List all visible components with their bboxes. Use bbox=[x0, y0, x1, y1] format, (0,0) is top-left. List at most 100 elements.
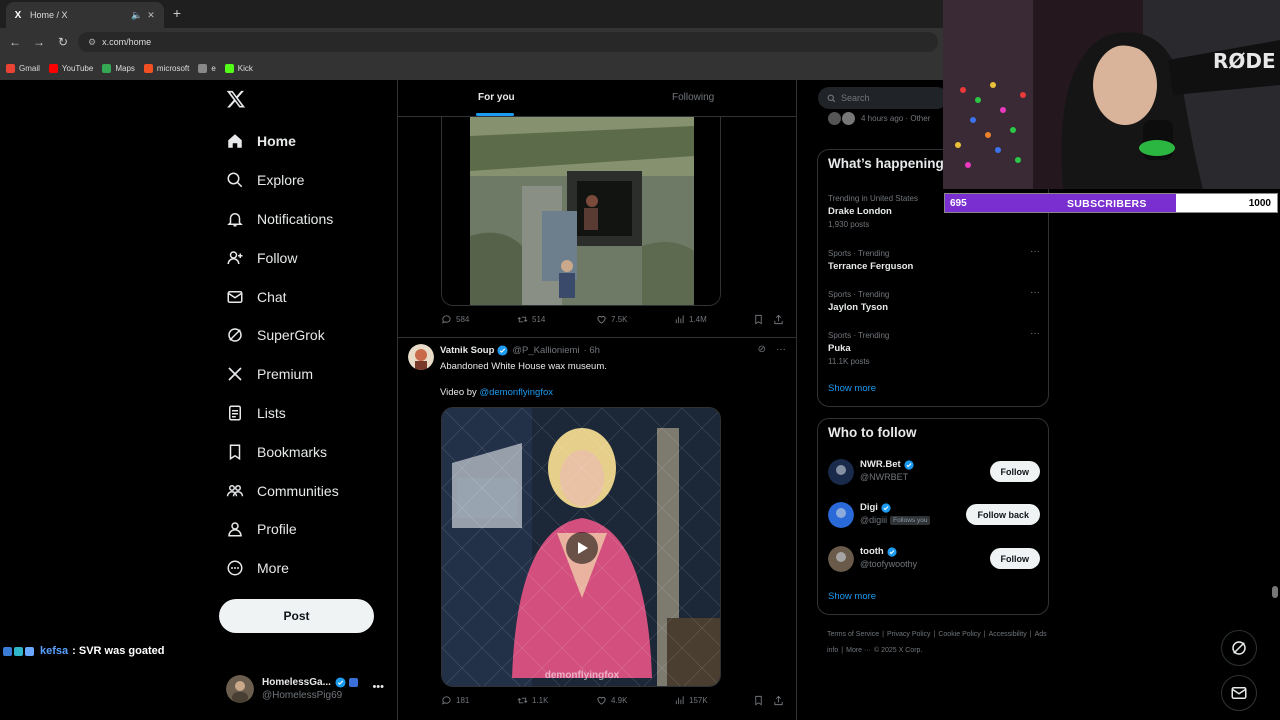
suggestion-handle: @digiii bbox=[860, 515, 888, 525]
mute-tab-icon[interactable]: 🔈 bbox=[130, 10, 144, 21]
nav-item-premium[interactable]: Premium bbox=[226, 355, 396, 394]
reply-button[interactable]: 584 bbox=[441, 314, 469, 325]
active-tab-indicator bbox=[476, 113, 514, 116]
follow-button[interactable]: Follow back bbox=[966, 504, 1040, 525]
close-tab-icon[interactable]: ✕ bbox=[144, 10, 158, 21]
more-dots-icon[interactable]: ••• bbox=[372, 681, 384, 693]
nav-item-label: Profile bbox=[257, 521, 297, 538]
avatar[interactable] bbox=[828, 546, 854, 572]
follows-you-badge: Follows you bbox=[890, 515, 931, 525]
footer-separator: | bbox=[933, 631, 936, 638]
footer-link[interactable]: © 2025 X Corp. bbox=[874, 647, 922, 654]
reply-button[interactable]: 181 bbox=[441, 695, 469, 706]
forward-button[interactable]: → bbox=[27, 30, 51, 54]
search-input[interactable]: Search bbox=[818, 87, 948, 109]
nav-item-label: Bookmarks bbox=[257, 443, 328, 460]
nav-item-chat[interactable]: Chat bbox=[226, 277, 396, 316]
bookmark-button[interactable] bbox=[753, 695, 768, 706]
nav-item-more[interactable]: More bbox=[226, 549, 396, 588]
account-switcher[interactable]: HomelessGa... @HomelessPig69 ••• bbox=[226, 673, 386, 705]
browser-tab[interactable]: X Home / X 🔈 ✕ bbox=[6, 2, 164, 28]
nav-item-communities[interactable]: Communities bbox=[226, 471, 396, 510]
post-author-handle[interactable]: @P_Kallioniemi bbox=[512, 345, 579, 356]
address-bar[interactable]: ⚙ x.com/home bbox=[78, 32, 938, 52]
footer-link[interactable]: More ··· bbox=[846, 647, 871, 654]
grok-button[interactable] bbox=[1221, 630, 1257, 666]
tab-for-you[interactable]: For you bbox=[478, 92, 515, 103]
nav-item-explore[interactable]: Explore bbox=[226, 161, 396, 200]
reload-button[interactable]: ↻ bbox=[51, 30, 75, 54]
more-dots-icon[interactable]: ··· bbox=[1030, 245, 1040, 258]
tab-following[interactable]: Following bbox=[672, 92, 714, 103]
footer-link[interactable]: Terms of Service bbox=[827, 631, 879, 638]
bookmark-item[interactable]: Gmail bbox=[6, 63, 40, 73]
nav-item-bookmarks[interactable]: Bookmarks bbox=[226, 432, 396, 471]
repost-button[interactable]: 514 bbox=[517, 314, 545, 325]
post-media-image[interactable] bbox=[441, 116, 721, 306]
bookmark-favicon-icon bbox=[48, 63, 58, 73]
repost-button[interactable]: 1.1K bbox=[517, 695, 548, 706]
bookmark-icon bbox=[755, 314, 762, 325]
views-button[interactable]: 157K bbox=[674, 695, 708, 706]
avatar[interactable] bbox=[828, 502, 854, 528]
nav-item-notifications[interactable]: Notifications bbox=[226, 200, 396, 239]
post-button[interactable]: Post bbox=[219, 599, 374, 633]
avatar[interactable] bbox=[828, 459, 854, 485]
show-more-link[interactable]: Show more bbox=[828, 383, 876, 394]
back-button[interactable]: ← bbox=[3, 30, 27, 54]
share-button[interactable] bbox=[773, 695, 788, 706]
more-dots-icon[interactable]: ··· bbox=[776, 344, 786, 355]
show-more-link[interactable]: Show more bbox=[828, 591, 876, 602]
post-author-name[interactable]: Vatnik Soup bbox=[440, 345, 494, 356]
grok-icon[interactable]: ⊘ bbox=[758, 344, 766, 355]
bookmark-item[interactable]: microsoft bbox=[143, 63, 189, 73]
like-button[interactable]: 4.9K bbox=[596, 695, 627, 706]
scrollbar-thumb[interactable] bbox=[1272, 586, 1278, 598]
bookmark-item[interactable]: YouTube bbox=[48, 63, 93, 73]
trend-item[interactable]: Sports · Trending Terrance Ferguson ··· bbox=[828, 245, 1040, 273]
footer-link[interactable]: Privacy Policy bbox=[887, 631, 931, 638]
bookmark-button[interactable] bbox=[753, 314, 768, 325]
nav-item-lists[interactable]: Lists bbox=[226, 394, 396, 433]
footer-link[interactable]: Cookie Policy bbox=[938, 631, 980, 638]
trend-item[interactable]: Sports · Trending Jaylon Tyson ··· bbox=[828, 286, 1040, 314]
timeline-tabs: For you Following bbox=[398, 80, 796, 117]
nav-item-profile[interactable]: Profile bbox=[226, 510, 396, 549]
post-video[interactable]: demonflyingfox bbox=[441, 407, 721, 687]
footer-separator: | bbox=[841, 647, 844, 654]
new-tab-button[interactable]: + bbox=[170, 5, 184, 21]
bookmark-item[interactable]: Kick bbox=[224, 63, 253, 73]
bookmark-favicon-icon bbox=[102, 63, 112, 73]
play-icon bbox=[578, 542, 588, 554]
more-dots-icon[interactable]: ··· bbox=[1030, 327, 1040, 340]
trend-item[interactable]: Sports · Trending Puka 11.1K posts ··· bbox=[828, 327, 1040, 368]
footer-link[interactable]: Accessibility bbox=[989, 631, 1027, 638]
play-button[interactable] bbox=[566, 532, 598, 564]
views-button[interactable]: 1.4M bbox=[674, 314, 707, 325]
like-button[interactable]: 7.5K bbox=[596, 314, 627, 325]
grok-icon bbox=[1232, 641, 1246, 655]
bookmark-item[interactable]: e bbox=[198, 63, 216, 73]
avatar[interactable] bbox=[408, 344, 434, 370]
nav-item-follow[interactable]: Follow bbox=[226, 238, 396, 277]
partial-list-item[interactable]: 4 hours ago · Other bbox=[828, 112, 930, 125]
follow-button[interactable]: Follow bbox=[989, 461, 1040, 482]
post-time[interactable]: · 6h bbox=[584, 345, 600, 356]
site-info-icon[interactable]: ⚙ bbox=[88, 37, 96, 48]
more-dots-icon[interactable]: ··· bbox=[1030, 286, 1040, 299]
suggestion-name[interactable]: Digi bbox=[860, 502, 878, 513]
x-logo-icon[interactable] bbox=[226, 89, 246, 109]
x-icon bbox=[228, 367, 242, 381]
share-button[interactable] bbox=[773, 314, 788, 325]
panel-title: Who to follow bbox=[828, 425, 917, 440]
suggestion-name[interactable]: tooth bbox=[860, 546, 884, 557]
suggestion-name[interactable]: NWR.Bet bbox=[860, 459, 901, 470]
follow-button[interactable]: Follow bbox=[989, 548, 1040, 569]
nav-item-supergrok[interactable]: SuperGrok bbox=[226, 316, 396, 355]
nav-item-home[interactable]: Home bbox=[226, 122, 396, 161]
bookmark-item[interactable]: Maps bbox=[102, 63, 135, 73]
trend-count: 11.1K posts bbox=[828, 357, 870, 366]
follow-suggestion: NWR.Bet @NWRBET Follow bbox=[828, 459, 1040, 487]
messages-button[interactable] bbox=[1221, 675, 1257, 711]
credit-link[interactable]: @demonflyingfox bbox=[479, 387, 553, 398]
